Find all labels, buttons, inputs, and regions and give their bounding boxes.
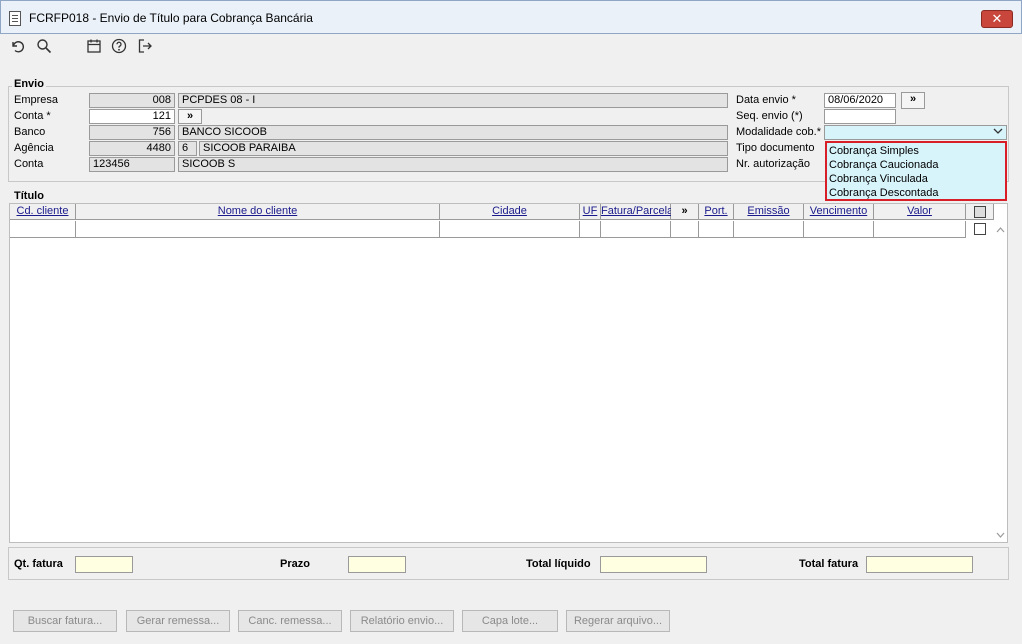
option-cobranca-descontada[interactable]: Cobrança Descontada — [829, 186, 938, 200]
table-cell[interactable] — [601, 221, 671, 238]
gerar-remessa-button[interactable]: Gerar remessa... — [126, 610, 230, 632]
totals-panel — [8, 547, 1009, 580]
undo-icon[interactable] — [9, 38, 27, 56]
help-icon[interactable] — [110, 38, 128, 56]
relatorio-envio-button[interactable]: Relatório envio... — [350, 610, 454, 632]
table-cell[interactable] — [699, 221, 734, 238]
titulo-group-label: Título — [12, 190, 46, 202]
chevron-down-icon[interactable] — [991, 126, 1005, 139]
agencia-name-field: SICOOB PARAIBA — [199, 141, 728, 156]
titulo-grid: Cd. cliente Nome do cliente Cidade UF Fa… — [9, 203, 1008, 543]
empresa-label: Empresa — [14, 94, 59, 106]
banco-code-field: 756 — [89, 125, 175, 140]
col-vencimento[interactable]: Vencimento — [804, 204, 874, 220]
seq-envio-label: Seq. envio (*) — [736, 110, 803, 122]
search-icon[interactable] — [35, 38, 53, 56]
grid-scrollbar[interactable] — [994, 221, 1007, 542]
option-cobranca-simples[interactable]: Cobrança Simples — [829, 144, 919, 158]
col-emissao[interactable]: Emissão — [734, 204, 804, 220]
banco-name-field: BANCO SICOOB — [178, 125, 728, 140]
data-envio-button[interactable]: » — [901, 92, 925, 109]
agencia-code-field: 4480 — [89, 141, 175, 156]
banco-label: Banco — [14, 126, 46, 138]
table-cell[interactable] — [804, 221, 874, 238]
window-titlebar: FCRFP018 - Envio de Título para Cobrança… — [0, 0, 1022, 34]
table-cell[interactable] — [10, 221, 76, 238]
conta-label: Conta * — [14, 110, 51, 122]
agencia-label: Agência — [14, 142, 54, 154]
col-select-all[interactable] — [966, 204, 994, 220]
calendar-icon[interactable] — [85, 38, 103, 56]
option-cobranca-caucionada[interactable]: Cobrança Caucionada — [829, 158, 938, 172]
col-fatura-parcela[interactable]: Fatura/Parcela — [601, 204, 673, 220]
scroll-up-icon[interactable] — [996, 225, 1005, 233]
select-all-checkbox[interactable] — [974, 206, 986, 218]
table-cell[interactable] — [671, 221, 699, 238]
window-title: FCRFP018 - Envio de Título para Cobrança… — [29, 11, 313, 25]
option-cobranca-vinculada[interactable]: Cobrança Vinculada — [829, 172, 928, 186]
exit-icon[interactable] — [136, 38, 154, 56]
close-button[interactable]: ✕ — [981, 10, 1013, 28]
total-fatura-field — [866, 556, 973, 573]
col-valor[interactable]: Valor — [874, 204, 966, 220]
regerar-arquivo-button[interactable]: Regerar arquivo... — [566, 610, 670, 632]
table-cell[interactable] — [76, 221, 440, 238]
col-cd-cliente[interactable]: Cd. cliente — [10, 204, 76, 220]
total-liquido-label: Total líquido — [526, 558, 591, 570]
total-fatura-label: Total fatura — [799, 558, 859, 570]
col-expand[interactable]: » — [671, 204, 699, 220]
table-cell[interactable] — [734, 221, 804, 238]
total-liquido-field — [600, 556, 707, 573]
nr-autorizacao-label: Nr. autorização — [736, 158, 810, 170]
table-cell[interactable] — [440, 221, 580, 238]
document-icon — [9, 11, 21, 26]
empresa-name-field: PCPDES 08 - I — [178, 93, 728, 108]
data-envio-label: Data envio * — [736, 94, 796, 106]
buscar-fatura-button[interactable]: Buscar fatura... — [13, 610, 117, 632]
capa-lote-button[interactable]: Capa lote... — [462, 610, 558, 632]
conta2-name-field: SICOOB S — [178, 157, 728, 172]
conta2-label: Conta — [14, 158, 44, 170]
scroll-down-icon[interactable] — [996, 530, 1005, 538]
table-cell[interactable] — [580, 221, 601, 238]
col-nome-cliente[interactable]: Nome do cliente — [76, 204, 440, 220]
col-port[interactable]: Port. — [699, 204, 734, 220]
modalidade-label: Modalidade cob.* — [736, 126, 822, 138]
conta-code-input[interactable]: 121 — [89, 109, 175, 124]
conta-lookup-button[interactable]: » — [178, 109, 202, 124]
col-uf[interactable]: UF — [580, 204, 601, 220]
prazo-field — [348, 556, 406, 573]
agencia-digit-field: 6 — [178, 141, 197, 156]
tipo-documento-label: Tipo documento — [736, 142, 815, 154]
row-checkbox[interactable] — [974, 223, 986, 235]
data-envio-input[interactable]: 08/06/2020 — [824, 93, 896, 108]
prazo-label: Prazo — [280, 558, 310, 570]
seq-envio-input[interactable] — [824, 109, 896, 124]
empresa-code-field: 008 — [89, 93, 175, 108]
qt-fatura-field — [75, 556, 133, 573]
qt-fatura-label: Qt. fatura — [14, 558, 63, 570]
modalidade-select[interactable] — [824, 125, 1007, 140]
conta2-code-field: 123456 — [89, 157, 175, 172]
modalidade-dropdown-list: Cobrança Simples Cobrança Caucionada Cob… — [825, 141, 1007, 201]
envio-group-label: Envio — [12, 78, 46, 90]
canc-remessa-button[interactable]: Canc. remessa... — [238, 610, 342, 632]
table-cell[interactable] — [874, 221, 966, 238]
col-cidade[interactable]: Cidade — [440, 204, 580, 220]
